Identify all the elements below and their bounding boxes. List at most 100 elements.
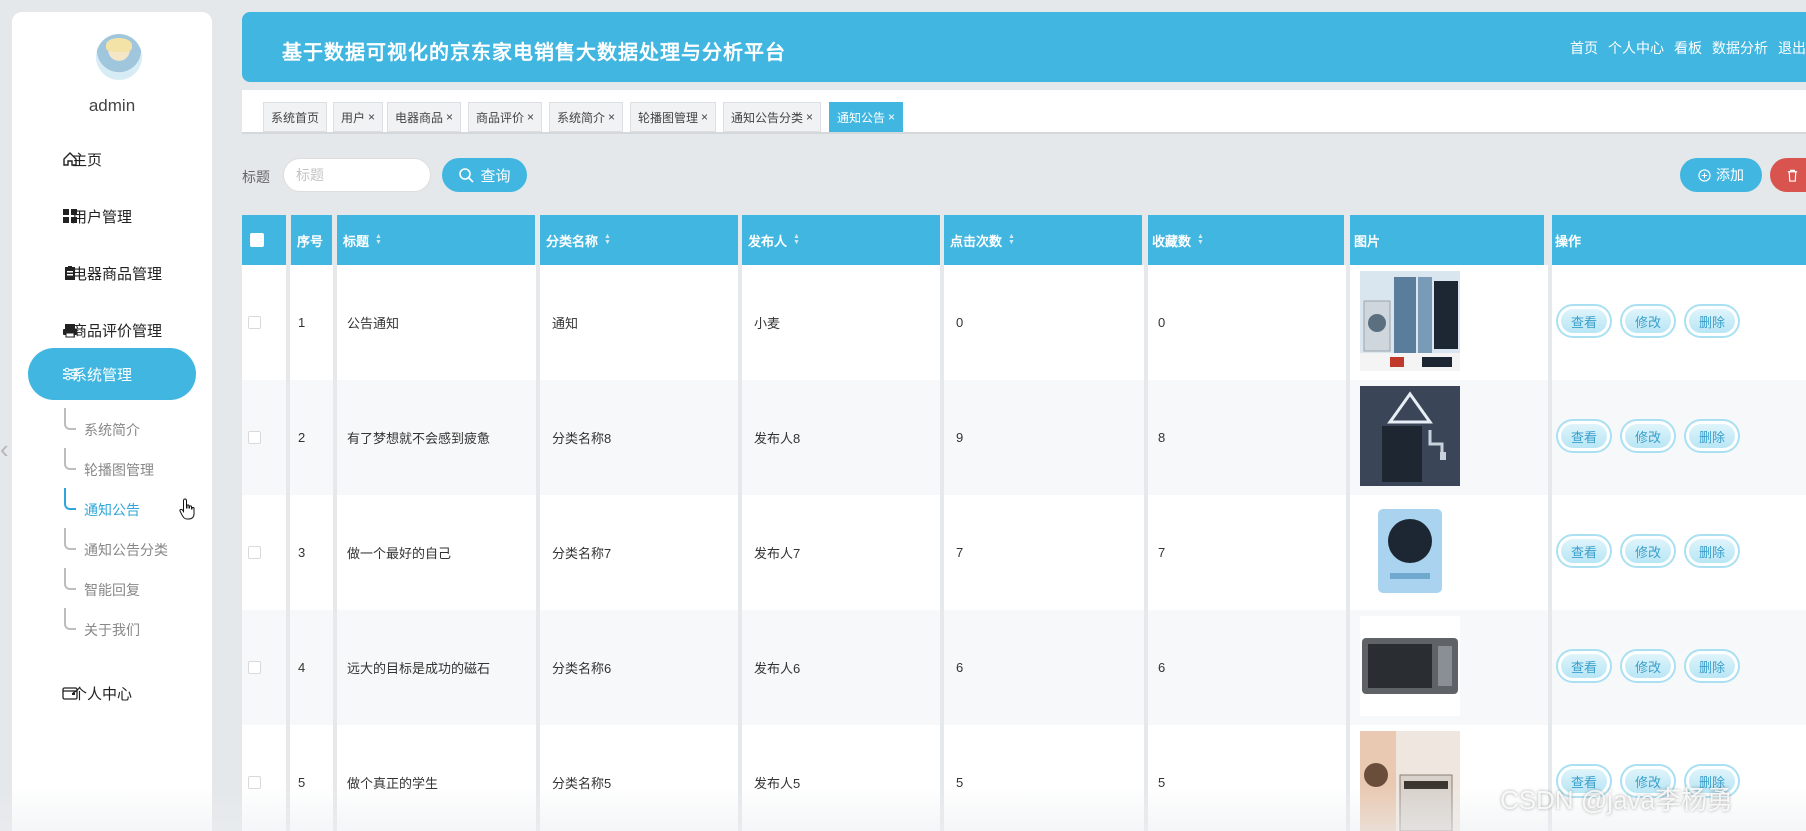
nav-profile[interactable]: 个人中心 — [1608, 38, 1664, 58]
delete-button[interactable]: 删除 — [1684, 304, 1740, 338]
add-button[interactable]: 添加 — [1680, 158, 1762, 192]
plus-circle-icon — [1698, 168, 1711, 182]
water-purifier-photo[interactable] — [1360, 386, 1460, 486]
column-divider — [940, 215, 944, 831]
tab-label: 通知公告 — [837, 110, 886, 125]
sort-icon[interactable]: ▲ ▼ — [1008, 233, 1015, 246]
table-row: 2 有了梦想就不会感到疲惫 分类名称8 发布人8 9 8 查看 修改 删除 — [242, 380, 1806, 495]
edit-button[interactable]: 修改 — [1620, 649, 1676, 683]
tab-system-intro[interactable]: 系统简介 × — [549, 102, 624, 132]
tab-label: 用户 — [341, 110, 366, 125]
close-icon[interactable]: × — [806, 110, 813, 124]
tab-appliance-products[interactable]: 电器商品 × — [387, 102, 462, 132]
column-header-clicks[interactable]: 点击次数 ▲ ▼ — [944, 215, 1142, 265]
sort-icon[interactable]: ▲ ▼ — [604, 233, 611, 246]
column-label: 收藏数 — [1152, 233, 1192, 249]
tab-system-home[interactable]: 系统首页 — [263, 102, 328, 132]
column-header-favorites[interactable]: 收藏数 ▲ ▼ — [1146, 215, 1344, 265]
tab-product-reviews[interactable]: 商品评价 × — [468, 102, 543, 132]
column-label: 分类名称 — [546, 233, 599, 249]
submenu-item-intro[interactable]: 系统简介 — [64, 408, 140, 440]
tab-notice[interactable]: 通知公告 × — [829, 102, 904, 132]
sort-icon[interactable]: ▲ ▼ — [1197, 233, 1204, 246]
edit-button[interactable]: 修改 — [1620, 534, 1676, 568]
close-icon[interactable]: × — [527, 110, 534, 124]
induction-cooker-photo[interactable] — [1360, 501, 1460, 601]
tab-label: 系统简介 — [557, 110, 606, 125]
appliances-photo[interactable] — [1360, 271, 1460, 371]
tabs-bar: 系统首页 用户 × 电器商品 × 商品评价 × 系统简介 × 轮播图管理 × 通知公告分类… — [242, 90, 1806, 134]
column-header-title[interactable]: 标题 ▲ ▼ — [337, 215, 535, 265]
close-icon[interactable]: × — [608, 110, 615, 124]
edit-button-label: 修改 — [1625, 654, 1671, 678]
close-icon[interactable]: × — [701, 110, 708, 124]
cell-title: 公告通知 — [347, 316, 400, 331]
view-button[interactable]: 查看 — [1556, 649, 1612, 683]
row-checkbox[interactable] — [248, 776, 261, 789]
edit-button-label: 修改 — [1625, 539, 1671, 563]
avatar[interactable] — [96, 34, 142, 80]
column-header-category[interactable]: 分类名称 ▲ ▼ — [540, 215, 738, 265]
tab-notice-category[interactable]: 通知公告分类 × — [723, 102, 822, 132]
title-search-input[interactable] — [283, 158, 431, 192]
submenu-item-notice[interactable]: 通知公告 — [64, 488, 140, 520]
top-nav: 首页 个人中心 看板 数据分析 退出 — [1570, 38, 1806, 58]
view-button[interactable]: 查看 — [1556, 534, 1612, 568]
column-divider — [738, 215, 742, 831]
query-button[interactable]: 查询 — [442, 158, 527, 192]
delete-button-label: 删除 — [1689, 654, 1735, 678]
row-checkbox[interactable] — [248, 316, 261, 329]
column-divider — [1346, 215, 1350, 831]
tab-carousel[interactable]: 轮播图管理 × — [630, 102, 717, 132]
microwave-photo[interactable] — [1360, 616, 1460, 716]
view-button[interactable]: 查看 — [1556, 304, 1612, 338]
submenu-item-smart-reply[interactable]: 智能回复 — [64, 568, 140, 600]
cell-publisher: 小麦 — [754, 316, 781, 331]
sort-icon[interactable]: ▲ ▼ — [375, 233, 382, 246]
menu-item-products[interactable]: 电器商品管理 — [28, 247, 196, 299]
menu-item-users[interactable]: 用户管理 — [28, 190, 196, 242]
view-button-label: 查看 — [1561, 654, 1607, 678]
cell-index: 5 — [298, 775, 306, 790]
delete-button[interactable]: 删除 — [1684, 419, 1740, 453]
dishwasher-photo[interactable] — [1360, 731, 1460, 831]
menu-item-system[interactable]: 系统管理 — [28, 348, 196, 400]
clipboard-icon — [65, 266, 75, 280]
nav-logout[interactable]: 退出 — [1778, 38, 1806, 58]
batch-delete-button[interactable] — [1770, 158, 1806, 192]
submenu-item-carousel[interactable]: 轮播图管理 — [64, 448, 154, 480]
row-checkbox[interactable] — [248, 431, 261, 444]
delete-button[interactable]: 删除 — [1684, 534, 1740, 568]
menu-item-label: 个人中心 — [72, 685, 133, 703]
column-label: 发布人 — [748, 233, 788, 249]
submenu-item-notice-category[interactable]: 通知公告分类 — [64, 528, 168, 560]
column-header-publisher[interactable]: 发布人 ▲ ▼ — [742, 215, 940, 265]
delete-button[interactable]: 删除 — [1684, 649, 1740, 683]
cell-category: 分类名称7 — [552, 546, 612, 561]
close-icon[interactable]: × — [368, 110, 375, 124]
grid-icon — [63, 209, 77, 223]
collapse-chevron-left-icon[interactable]: ‹ — [0, 434, 14, 464]
cell-title: 做个真正的学生 — [347, 776, 439, 791]
select-all-checkbox[interactable] — [250, 233, 264, 247]
submenu-item-about[interactable]: 关于我们 — [64, 608, 140, 640]
menu-item-profile[interactable]: 个人中心 — [28, 667, 196, 719]
view-button-label: 查看 — [1561, 424, 1607, 448]
sliders-icon — [63, 367, 77, 381]
nav-home[interactable]: 首页 — [1570, 38, 1598, 58]
close-icon[interactable]: × — [446, 110, 453, 124]
view-button[interactable]: 查看 — [1556, 419, 1612, 453]
close-icon[interactable]: × — [888, 110, 895, 124]
menu-item-home[interactable]: 主页 — [28, 133, 196, 185]
nav-data-analysis[interactable]: 数据分析 — [1712, 38, 1768, 58]
edit-button[interactable]: 修改 — [1620, 304, 1676, 338]
edit-button-label: 修改 — [1625, 424, 1671, 448]
edit-button[interactable]: 修改 — [1620, 419, 1676, 453]
row-checkbox[interactable] — [248, 661, 261, 674]
cell-index: 3 — [298, 545, 306, 560]
tab-user[interactable]: 用户 × — [333, 102, 384, 132]
row-checkbox[interactable] — [248, 546, 261, 559]
cell-title: 远大的目标是成功的磁石 — [347, 661, 491, 676]
nav-dashboard[interactable]: 看板 — [1674, 38, 1702, 58]
sort-icon[interactable]: ▲ ▼ — [793, 233, 800, 246]
